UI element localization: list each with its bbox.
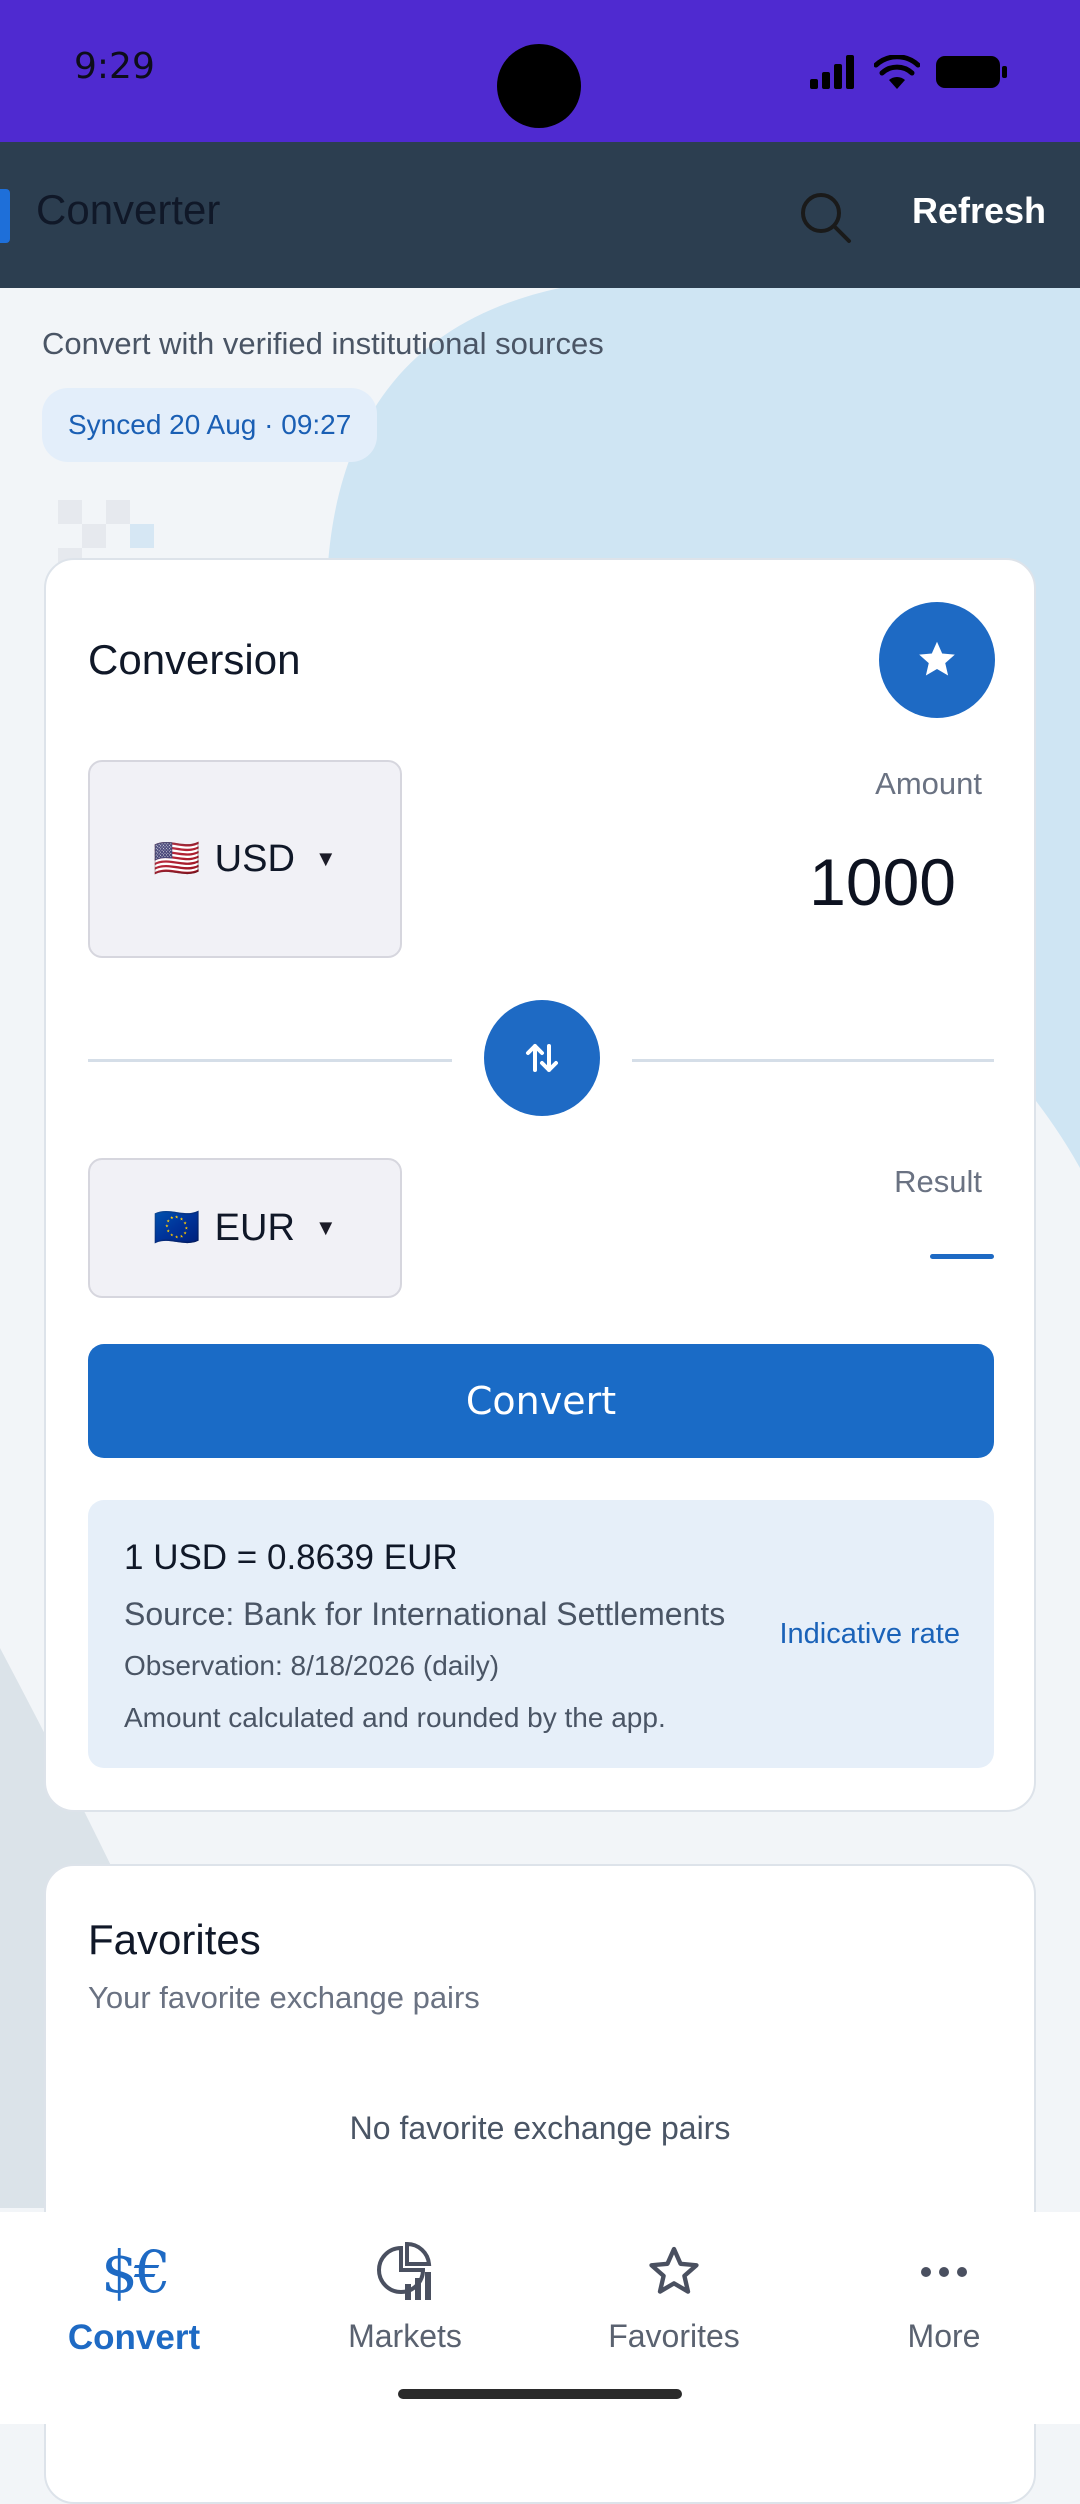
us-flag-icon: 🇺🇸 [153,838,201,880]
app-bar: Converter Refresh [0,142,1080,288]
swap-currencies-button[interactable] [484,1000,600,1116]
from-currency-select[interactable]: 🇺🇸 USD ▼ [88,760,402,958]
amount-label: Amount [875,766,982,801]
nav-label: Convert [67,2318,201,2357]
markets-chart-icon [375,2232,435,2312]
rate-value: 1 USD = 0.8639 EUR [124,1538,458,1577]
favorites-subtitle: Your favorite exchange pairs [88,1980,480,2015]
more-dots-icon [919,2232,969,2312]
status-icons [810,52,1008,92]
divider-right [632,1059,994,1062]
search-icon [801,193,851,243]
wifi-icon [874,55,920,89]
eu-flag-icon: 🇪🇺 [153,1207,201,1249]
rate-info-box: 1 USD = 0.8639 EUR Source: Bank for Inte… [88,1500,994,1768]
signal-icon [810,55,854,89]
chevron-down-icon: ▼ [314,1215,337,1240]
status-bar: 9:29 [0,0,1080,142]
rate-observation: Observation: 8/18/2026 (daily) [124,1650,500,1681]
star-icon [645,2232,703,2312]
nav-favorites[interactable]: Favorites [559,2232,789,2372]
favorites-empty-state: No favorite exchange pairs [349,2110,731,2146]
nav-label: More [907,2318,981,2354]
indicative-rate-badge: Indicative rate [779,1618,960,1650]
to-currency-code: EUR [214,1206,295,1249]
status-time: 9:29 [74,46,155,87]
sync-status-badge: Synced 20 Aug · 09:27 [42,388,378,462]
add-favorite-button[interactable] [879,602,995,718]
divider-left [88,1059,452,1062]
app-bar-accent [0,189,10,243]
search-button[interactable] [790,182,860,252]
camera-cutout [497,44,581,128]
result-placeholder [930,1254,994,1259]
to-currency-select[interactable]: 🇪🇺 EUR ▼ [88,1158,402,1298]
nav-label: Favorites [608,2318,740,2354]
swap-vertical-icon [526,1044,558,1072]
convert-button[interactable]: Convert [88,1344,994,1458]
conversion-title: Conversion [88,636,301,683]
convert-button-label: Convert [465,1379,617,1423]
currency-exchange-icon: $€ [101,2238,171,2306]
home-indicator[interactable] [398,2389,682,2399]
refresh-button[interactable]: Refresh [912,190,1046,232]
amount-input[interactable]: 1000 [809,844,956,920]
nav-more[interactable]: More [829,2232,1059,2372]
favorites-title: Favorites [88,1916,261,1963]
result-label: Result [894,1164,982,1199]
nav-convert[interactable]: $€ Convert [19,2232,249,2372]
rate-note: Amount calculated and rounded by the app… [124,1702,666,1733]
from-currency-code: USD [214,837,295,880]
star-icon [919,641,955,676]
page-title: Converter [36,186,221,233]
battery-icon [936,56,1007,88]
sync-status-text: Synced 20 Aug · 09:27 [68,409,352,440]
nav-markets[interactable]: Markets [290,2232,520,2372]
page-subtitle: Convert with verified institutional sour… [42,326,604,361]
chevron-down-icon: ▼ [314,846,337,871]
rate-source: Source: Bank for International Settlemen… [124,1596,726,1632]
conversion-card: Conversion 🇺🇸 USD ▼ Amount 1000 🇪🇺 EUR ▼… [44,558,1036,1812]
nav-label: Markets [348,2318,462,2354]
